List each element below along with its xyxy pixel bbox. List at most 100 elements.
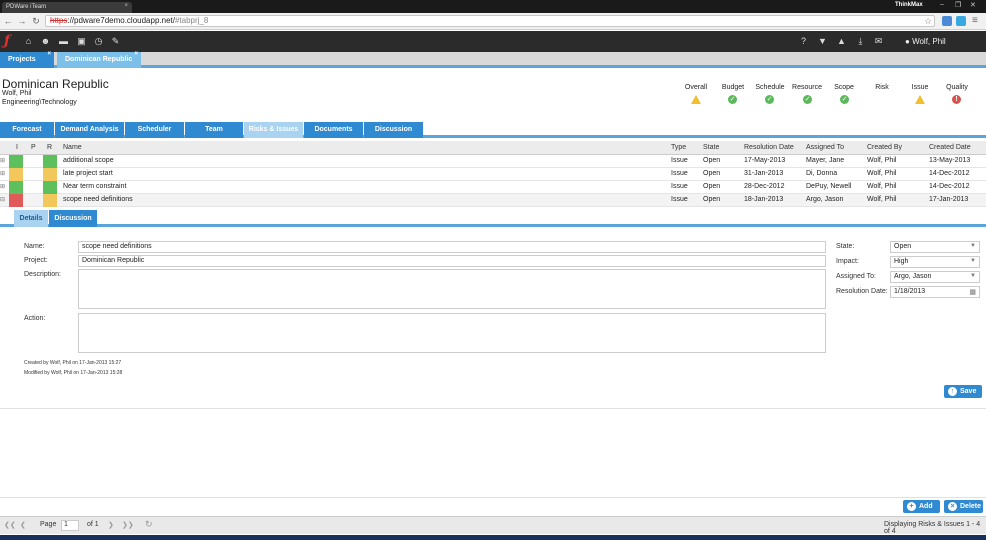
- row-name: late project start: [63, 170, 113, 177]
- status-schedule-label: Schedule: [755, 84, 785, 91]
- col-created-date[interactable]: Created Date: [929, 144, 971, 151]
- col-type[interactable]: Type: [671, 144, 686, 151]
- action-field[interactable]: [78, 313, 826, 353]
- tab-forecast[interactable]: Forecast: [0, 122, 54, 138]
- close-icon[interactable]: ×: [134, 51, 138, 57]
- save-button[interactable]: ↑ Save: [944, 385, 982, 398]
- row-created-by: Wolf, Phil: [867, 183, 897, 190]
- download-icon[interactable]: ⤓: [855, 36, 866, 47]
- first-page-icon[interactable]: ❮❮: [4, 521, 16, 529]
- clock-icon[interactable]: ◷: [93, 36, 104, 47]
- bookmark-star-icon[interactable]: ☆: [924, 16, 932, 27]
- tab-scheduler[interactable]: Scheduler: [125, 122, 184, 138]
- delete-label: Delete: [960, 503, 982, 510]
- people-icon[interactable]: ☻: [40, 36, 51, 47]
- refresh-icon[interactable]: ↻: [145, 519, 153, 530]
- error-icon: !: [952, 95, 961, 104]
- tab-team[interactable]: Team: [185, 122, 243, 138]
- impact-select[interactable]: High ▼: [890, 256, 980, 268]
- tab-demand-analysis[interactable]: Demand Analysis: [55, 122, 124, 138]
- close-tab-icon[interactable]: ×: [124, 3, 128, 9]
- last-page-icon[interactable]: ❯❯: [122, 521, 134, 529]
- status-quality-label: Quality: [946, 84, 968, 91]
- tab-documents[interactable]: Documents: [304, 122, 363, 138]
- table-row[interactable]: ⊞ late project start Issue Open 31-Jan-2…: [0, 168, 986, 181]
- restore-icon[interactable]: ❐: [955, 1, 961, 9]
- app-logo-icon[interactable]: ƒ: [4, 34, 18, 48]
- row-created: 14-Dec-2012: [929, 183, 970, 190]
- impact-value: High: [894, 258, 909, 265]
- delete-button[interactable]: × Delete: [944, 500, 983, 513]
- url-scheme: https: [50, 16, 68, 25]
- add-button[interactable]: + Add: [903, 500, 940, 513]
- description-field[interactable]: [78, 269, 826, 309]
- tab-risks-issues[interactable]: Risks & Issues: [244, 122, 303, 138]
- col-p[interactable]: P: [31, 144, 36, 151]
- col-state[interactable]: State: [703, 144, 719, 151]
- check-icon: ✓: [728, 95, 737, 104]
- back-icon[interactable]: ←: [2, 15, 14, 27]
- extension-icon[interactable]: [942, 16, 952, 26]
- user-menu[interactable]: ● Wolf, Phil: [905, 37, 946, 46]
- state-value: Open: [894, 243, 912, 250]
- collapse-icon[interactable]: ⊟: [0, 196, 5, 203]
- table-row-selected[interactable]: ⊟ scope need definitions Issue Open 18-J…: [0, 194, 986, 207]
- expand-icon[interactable]: ⊞: [0, 157, 5, 164]
- assigned-value: Argo, Jason: [894, 273, 932, 280]
- page-input[interactable]: 1: [61, 520, 79, 531]
- col-resolution-date[interactable]: Resolution Date: [744, 144, 794, 151]
- mail-icon[interactable]: ✉: [873, 36, 884, 47]
- table-row[interactable]: ⊞ additional scope Issue Open 17-May-201…: [0, 155, 986, 168]
- state-select[interactable]: Open ▼: [890, 241, 980, 253]
- image-icon[interactable]: ▣: [76, 36, 87, 47]
- created-meta: Created by Wolf, Phil on 17-Jan-2013 15:…: [24, 360, 122, 366]
- minimize-icon[interactable]: –: [940, 1, 944, 8]
- row-created: 13-May-2013: [929, 157, 971, 164]
- table-row[interactable]: ⊞ Near term constraint Issue Open 28-Dec…: [0, 181, 986, 194]
- alert-icon[interactable]: ▲: [836, 36, 847, 47]
- menu-icon[interactable]: ≡: [972, 15, 978, 26]
- expand-icon[interactable]: ⊞: [0, 183, 5, 190]
- briefcase-icon[interactable]: ▬: [58, 36, 69, 47]
- col-i[interactable]: I: [16, 144, 18, 151]
- next-page-icon[interactable]: ❯: [108, 521, 114, 529]
- chevron-down-icon: ▼: [970, 258, 976, 264]
- col-r[interactable]: R: [47, 144, 52, 151]
- tab-projects[interactable]: Projects ×: [0, 51, 54, 68]
- window-label: ThinkMax: [895, 2, 923, 8]
- pagination-bar: ❮❮ ❮ Page 1 of 1 ❯ ❯❯ ↻ Displaying Risks…: [0, 516, 986, 535]
- project-owner: Wolf, Phil: [2, 90, 32, 97]
- project-field[interactable]: Dominican Republic: [78, 255, 826, 267]
- warning-icon: [915, 95, 925, 104]
- row-assigned: Argo, Jason: [806, 196, 844, 203]
- browser-tab[interactable]: PDWare iTeam ×: [2, 2, 132, 13]
- reload-icon[interactable]: ↻: [30, 15, 42, 27]
- resolution-date-field[interactable]: 1/18/2013 ▦: [890, 286, 980, 298]
- name-field[interactable]: scope need definitions: [78, 241, 826, 253]
- tab-details[interactable]: Details: [14, 210, 48, 227]
- row-resolution: 18-Jan-2013: [744, 196, 784, 203]
- forward-icon[interactable]: →: [16, 15, 28, 27]
- window-close-icon[interactable]: ✕: [970, 1, 976, 9]
- tab-detail-discussion[interactable]: Discussion: [49, 210, 97, 227]
- help-icon[interactable]: ?: [798, 36, 809, 47]
- calendar-icon[interactable]: ▦: [969, 288, 976, 296]
- close-icon[interactable]: ×: [47, 51, 51, 57]
- tab-discussion[interactable]: Discussion: [364, 122, 423, 138]
- assigned-select[interactable]: Argo, Jason ▼: [890, 271, 980, 283]
- twitter-icon[interactable]: [956, 16, 966, 26]
- browser-titlebar: [0, 0, 986, 13]
- col-assigned-to[interactable]: Assigned To: [806, 144, 844, 151]
- col-created-by[interactable]: Created By: [867, 144, 902, 151]
- divider: [0, 497, 986, 498]
- col-name[interactable]: Name: [63, 144, 82, 151]
- divider: [0, 408, 986, 409]
- wrench-icon[interactable]: ✎: [110, 36, 121, 47]
- prev-page-icon[interactable]: ❮: [20, 521, 26, 529]
- tab-dominican-republic[interactable]: Dominican Republic ×: [57, 51, 141, 68]
- row-created-by: Wolf, Phil: [867, 196, 897, 203]
- filter-icon[interactable]: ▼: [817, 36, 828, 47]
- home-icon[interactable]: ⌂: [23, 36, 34, 47]
- expand-icon[interactable]: ⊞: [0, 170, 5, 177]
- url-bar[interactable]: https://pdware7demo.cloudapp.net/#tabprj…: [45, 15, 935, 27]
